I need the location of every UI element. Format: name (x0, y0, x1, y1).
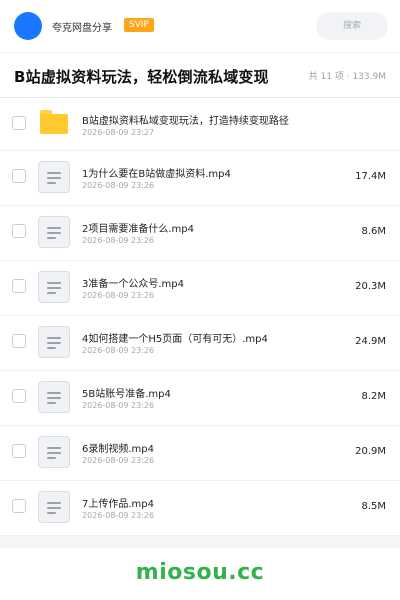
file-name: 3准备一个公众号.mp4 (82, 279, 184, 290)
file-size: 20.9M (355, 446, 386, 457)
page-title: B站虚拟资料玩法，轻松倒流私域变现 (14, 68, 269, 86)
file-name: 4如何搭建一个H5页面（可有可无）.mp4 (82, 334, 268, 345)
search-input[interactable] (316, 12, 388, 40)
file-size: 8.6M (361, 226, 386, 237)
file-icon (38, 381, 70, 413)
file-name: 2项目需要准备什么.mp4 (82, 224, 194, 235)
footer: miosou.cc (0, 548, 400, 600)
file-icon (38, 161, 70, 193)
folder-icon (40, 110, 68, 134)
file-row[interactable]: 6录制视频.mp4 2026-08-09 23:26 20.9M (0, 426, 400, 481)
footer-logo: miosou.cc (135, 560, 265, 585)
file-list: B站虚拟资料私域变现玩法，打造持续变现路径 2026-08-09 23:27 1… (0, 98, 400, 536)
select-checkbox[interactable] (12, 389, 26, 403)
select-checkbox[interactable] (12, 224, 26, 238)
file-size: 24.9M (355, 336, 386, 347)
share-title-bar: B站虚拟资料玩法，轻松倒流私域变现 共 11 项 · 133.9M (0, 53, 400, 98)
file-row-folder[interactable]: B站虚拟资料私域变现玩法，打造持续变现路径 2026-08-09 23:27 (0, 98, 400, 151)
file-name: 6录制视频.mp4 (82, 444, 154, 455)
file-row[interactable]: 3准备一个公众号.mp4 2026-08-09 23:26 20.3M (0, 261, 400, 316)
file-row[interactable]: 5B站账号准备.mp4 2026-08-09 23:26 8.2M (0, 371, 400, 426)
svip-badge: SVIP (124, 18, 154, 32)
share-meta: 共 11 项 · 133.9M (308, 72, 386, 82)
select-checkbox[interactable] (12, 169, 26, 183)
file-size: 17.4M (355, 171, 386, 182)
file-icon (38, 271, 70, 303)
select-checkbox[interactable] (12, 444, 26, 458)
select-checkbox[interactable] (12, 116, 26, 130)
file-name: 5B站账号准备.mp4 (82, 389, 171, 400)
file-row[interactable]: 1为什么要在B站做虚拟资料.mp4 2026-08-09 23:26 17.4M (0, 151, 400, 206)
select-checkbox[interactable] (12, 499, 26, 513)
file-icon (38, 491, 70, 523)
file-name: B站虚拟资料私域变现玩法，打造持续变现路径 (82, 116, 289, 127)
file-date: 2026-08-09 23:26 (82, 401, 155, 410)
avatar[interactable] (14, 12, 42, 40)
file-icon (38, 436, 70, 468)
file-date: 2026-08-09 23:26 (82, 511, 155, 520)
file-size: 20.3M (355, 281, 386, 292)
file-row[interactable]: 2项目需要准备什么.mp4 2026-08-09 23:26 8.6M (0, 206, 400, 261)
select-checkbox[interactable] (12, 334, 26, 348)
file-row[interactable]: 7上传作品.mp4 2026-08-09 23:26 8.5M (0, 481, 400, 536)
file-icon (38, 216, 70, 248)
file-name: 7上传作品.mp4 (82, 499, 154, 510)
file-date: 2026-08-09 23:26 (82, 346, 155, 355)
file-date: 2026-08-09 23:26 (82, 181, 155, 190)
file-size: 8.2M (361, 391, 386, 402)
brand-name: 夸克网盘分享 (52, 23, 112, 34)
file-date: 2026-08-09 23:26 (82, 456, 155, 465)
file-row[interactable]: 4如何搭建一个H5页面（可有可无）.mp4 2026-08-09 23:26 2… (0, 316, 400, 371)
file-name: 1为什么要在B站做虚拟资料.mp4 (82, 169, 231, 180)
file-size: 8.5M (361, 501, 386, 512)
file-date: 2026-08-09 23:26 (82, 236, 155, 245)
file-date: 2026-08-09 23:27 (82, 128, 155, 137)
select-checkbox[interactable] (12, 279, 26, 293)
file-date: 2026-08-09 23:26 (82, 291, 155, 300)
app-header: 夸克网盘分享 SVIP (0, 0, 400, 53)
file-icon (38, 326, 70, 358)
